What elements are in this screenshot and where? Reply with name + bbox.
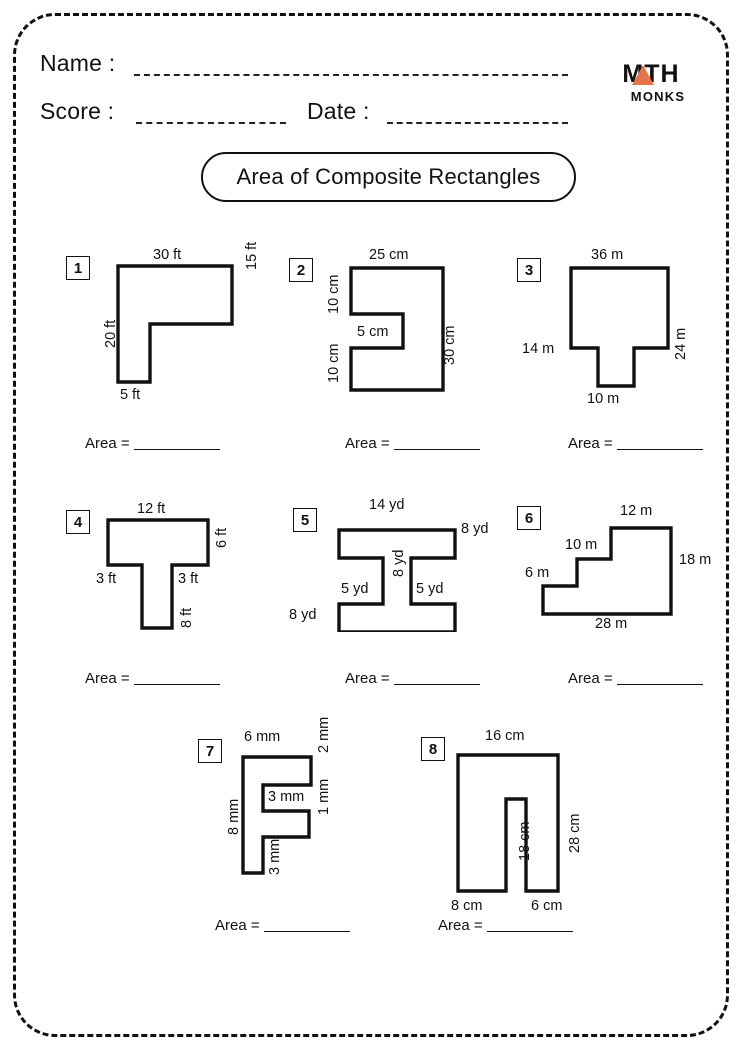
problem-number: 7 xyxy=(198,739,222,763)
worksheet-page: Name : Score : Date : MTH MONKS Area of … xyxy=(0,0,742,1050)
area-answer-2[interactable]: Area = xyxy=(345,435,480,452)
problem-number: 2 xyxy=(289,258,313,282)
area-answer-3[interactable]: Area = xyxy=(568,435,703,452)
dim-top: 6 mm xyxy=(244,729,281,745)
dim-top: 25 cm xyxy=(369,247,409,263)
dim-top: 14 yd xyxy=(369,497,405,513)
problem-1: 1 30 ft 15 ft 20 ft 5 ft Area = xyxy=(60,242,290,463)
triangle-icon xyxy=(632,65,654,85)
dim-upper-left: 10 cm xyxy=(326,274,342,315)
dim-stem: 8 ft xyxy=(179,607,195,628)
area-label: Area = xyxy=(85,435,130,452)
dim-right: 18 m xyxy=(679,552,712,568)
name-input-line[interactable] xyxy=(134,74,568,76)
dim-bottom-left: 8 yd xyxy=(289,607,317,623)
dim-bottom-left: 8 cm xyxy=(451,898,483,914)
problem-8: 8 16 cm 28 cm 18 cm 8 cm 6 cm Area = xyxy=(418,725,643,950)
dim-left-step: 14 m xyxy=(522,341,555,357)
area-label: Area = xyxy=(85,670,130,687)
logo-monks-text: MONKS xyxy=(630,89,686,104)
dim-upper-right: 2 mm xyxy=(316,716,332,753)
dim-bottom: 10 m xyxy=(587,391,620,407)
page-title: Area of Composite Rectangles xyxy=(236,164,541,189)
dim-left-gap: 5 yd xyxy=(341,581,369,597)
answer-blank[interactable] xyxy=(393,684,480,685)
problem-6: 6 12 m 10 m 6 m 18 m 28 m Area = xyxy=(513,498,728,698)
area-answer-8[interactable]: Area = xyxy=(438,917,573,934)
area-answer-7[interactable]: Area = xyxy=(215,917,350,934)
answer-blank[interactable] xyxy=(486,931,573,932)
date-input-line[interactable] xyxy=(387,122,568,124)
area-label: Area = xyxy=(568,670,613,687)
dim-mid: 3 mm xyxy=(268,789,305,805)
name-label: Name : xyxy=(40,50,116,76)
area-answer-6[interactable]: Area = xyxy=(568,670,703,687)
name-row: Name : xyxy=(40,46,700,88)
date-label: Date : xyxy=(307,98,370,124)
answer-blank[interactable] xyxy=(393,449,480,450)
answer-blank[interactable] xyxy=(616,684,703,685)
dim-slot: 18 cm xyxy=(517,821,533,862)
problem-number: 8 xyxy=(421,737,445,761)
problem-4: 4 12 ft 6 ft 3 ft 3 ft 8 ft Area = xyxy=(60,498,290,698)
dim-bottom: 28 m xyxy=(595,616,628,632)
area-answer-1[interactable]: Area = xyxy=(85,435,220,452)
score-date-row: Score : Date : xyxy=(40,94,700,136)
answer-blank[interactable] xyxy=(616,449,703,450)
dim-step2: 10 m xyxy=(565,537,598,553)
answer-blank[interactable] xyxy=(133,449,220,450)
dim-right-gap: 5 yd xyxy=(416,581,444,597)
dim-notch: 5 cm xyxy=(357,324,389,340)
dim-right: 24 m xyxy=(673,327,689,360)
dim-right: 15 ft xyxy=(244,241,260,270)
dim-top: 30 ft xyxy=(153,247,182,263)
dim-right: 28 cm xyxy=(567,813,583,854)
dim-top: 36 m xyxy=(591,247,624,263)
dim-left: 8 mm xyxy=(226,798,242,835)
figure-t-shape-tab xyxy=(569,266,670,388)
dim-web: 8 yd xyxy=(391,549,407,577)
dim-lower-right: 1 mm xyxy=(316,778,332,815)
problem-2: 2 25 cm 30 cm 10 cm 5 cm 10 cm Area = xyxy=(285,248,515,463)
answer-blank[interactable] xyxy=(263,931,350,932)
problem-number: 1 xyxy=(66,256,90,280)
area-label: Area = xyxy=(345,435,390,452)
problem-7: 7 6 mm 2 mm 3 mm 1 mm 3 mm 8 mm Area = xyxy=(195,717,415,950)
dim-top: 12 ft xyxy=(137,501,166,517)
figure-l-shape xyxy=(116,264,234,384)
problem-number: 4 xyxy=(66,510,90,534)
area-label: Area = xyxy=(438,917,483,934)
dim-top: 16 cm xyxy=(485,728,525,744)
dim-right: 30 cm xyxy=(442,325,458,366)
dim-top-right: 8 yd xyxy=(461,521,489,537)
dim-lower-left: 10 cm xyxy=(326,343,342,384)
problem-number: 3 xyxy=(517,258,541,282)
area-label: Area = xyxy=(215,917,260,934)
problem-number: 5 xyxy=(293,508,317,532)
answer-blank[interactable] xyxy=(133,684,220,685)
dim-step1: 6 m xyxy=(525,565,550,581)
dim-left-arm: 3 ft xyxy=(96,571,117,587)
header: Name : Score : Date : xyxy=(40,46,700,136)
dim-bottom-right: 6 cm xyxy=(531,898,563,914)
dim-stem: 3 mm xyxy=(267,838,283,875)
dim-top: 12 m xyxy=(620,503,653,519)
figure-f-shape xyxy=(241,755,313,875)
problem-3: 3 36 m 24 m 14 m 10 m Area = xyxy=(513,248,728,463)
dim-right-arm: 3 ft xyxy=(178,571,199,587)
dim-right: 6 ft xyxy=(214,527,230,548)
problem-5: 5 14 yd 8 yd 8 yd 5 yd 5 yd 8 yd Area = xyxy=(285,498,525,698)
score-input-line[interactable] xyxy=(136,122,286,124)
area-answer-4[interactable]: Area = xyxy=(85,670,220,687)
dim-left: 20 ft xyxy=(103,319,119,348)
score-label: Score : xyxy=(40,98,115,124)
area-answer-5[interactable]: Area = xyxy=(345,670,480,687)
area-label: Area = xyxy=(568,435,613,452)
dim-bottom: 5 ft xyxy=(120,387,141,403)
logo-wordmark: MTH xyxy=(605,62,697,87)
area-label: Area = xyxy=(345,670,390,687)
worksheet-title-banner: Area of Composite Rectangles xyxy=(201,152,576,202)
mathmonks-logo: MTH MONKS xyxy=(605,62,697,104)
